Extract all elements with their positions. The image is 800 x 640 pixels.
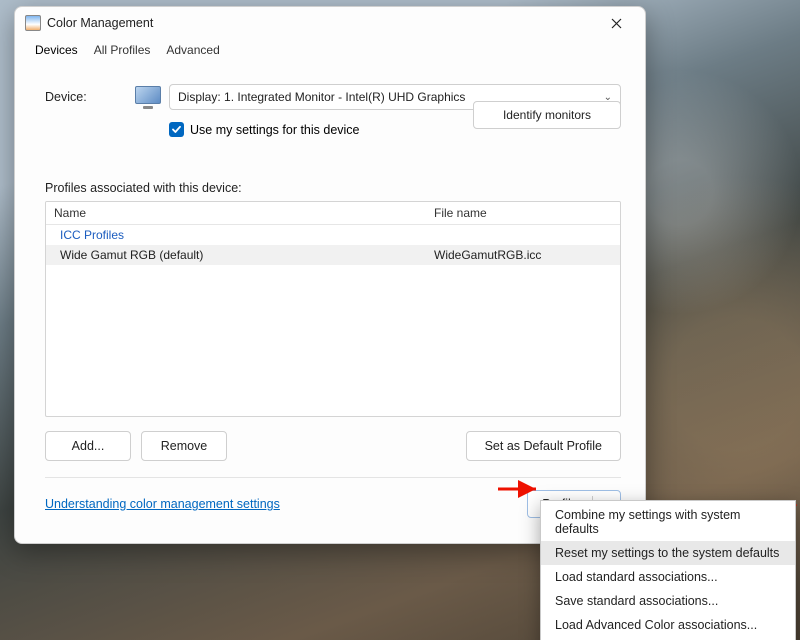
app-icon [25,15,41,31]
device-label: Device: [45,90,135,104]
add-button[interactable]: Add... [45,431,131,461]
profile-file: WideGamutRGB.icc [426,245,620,265]
table-row[interactable]: Wide Gamut RGB (default) WideGamutRGB.ic… [46,245,620,265]
menu-item-save-standard[interactable]: Save standard associations... [541,589,795,613]
color-management-window: Color Management Devices All Profiles Ad… [14,6,646,544]
device-select-value: Display: 1. Integrated Monitor - Intel(R… [178,90,465,104]
menu-item-load-advanced[interactable]: Load Advanced Color associations... [541,613,795,637]
list-header: Name File name [46,202,620,225]
profiles-list: Name File name ICC Profiles Wide Gamut R… [45,201,621,417]
tab-all-profiles[interactable]: All Profiles [86,37,159,64]
understanding-link[interactable]: Understanding color management settings [45,497,280,511]
col-header-name[interactable]: Name [46,202,426,224]
remove-button[interactable]: Remove [141,431,227,461]
divider [45,477,621,478]
tab-bar: Devices All Profiles Advanced [15,37,645,64]
monitor-icon [135,86,163,108]
tab-advanced[interactable]: Advanced [158,37,227,64]
use-my-settings-checkbox[interactable] [169,122,184,137]
set-default-profile-button[interactable]: Set as Default Profile [466,431,621,461]
close-button[interactable] [595,9,637,37]
profile-name: Wide Gamut RGB (default) [46,245,426,265]
titlebar: Color Management [15,7,645,37]
profiles-context-menu: Combine my settings with system defaults… [540,500,796,640]
use-my-settings-label: Use my settings for this device [190,123,360,137]
menu-item-combine[interactable]: Combine my settings with system defaults [541,503,795,541]
profiles-section-label: Profiles associated with this device: [45,181,621,195]
profiles-group: ICC Profiles [46,225,620,245]
menu-item-load-standard[interactable]: Load standard associations... [541,565,795,589]
col-header-file[interactable]: File name [426,202,620,224]
window-title: Color Management [47,16,595,30]
menu-item-reset[interactable]: Reset my settings to the system defaults [541,541,795,565]
tab-devices[interactable]: Devices [27,37,86,64]
identify-monitors-button[interactable]: Identify monitors [473,101,621,129]
